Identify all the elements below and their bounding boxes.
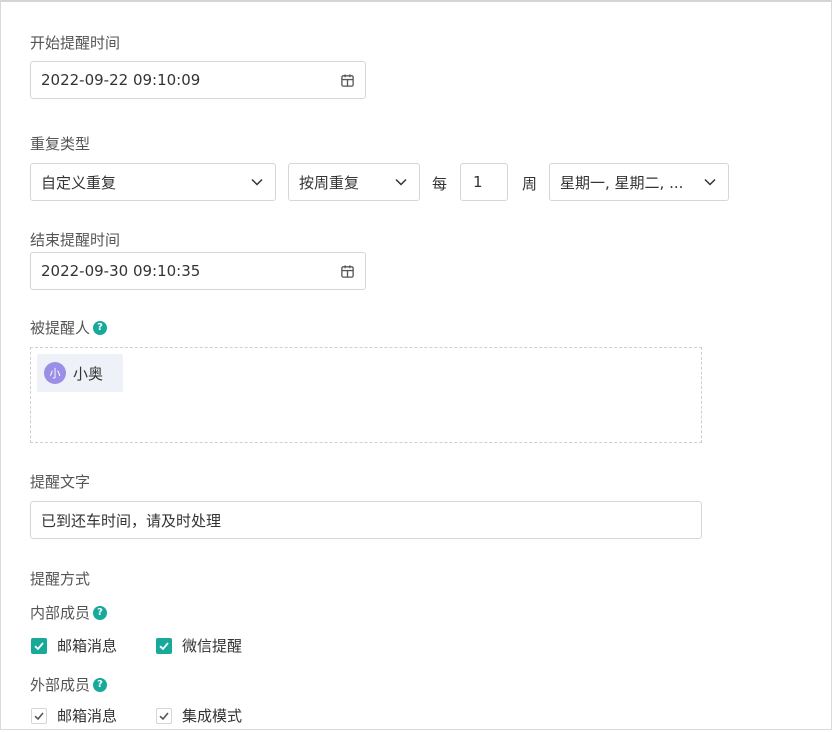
end-time-value: 2022-09-30 09:10:35	[41, 262, 201, 280]
calendar-icon[interactable]	[339, 263, 355, 279]
chevron-down-icon	[393, 174, 409, 190]
calendar-icon[interactable]	[339, 72, 355, 88]
message-value: 已到还车时间，请及时处理	[41, 511, 222, 530]
external-members-label: 外部成员 ?	[30, 674, 108, 695]
repeat-interval-input[interactable]: 1	[460, 163, 508, 201]
recipients-label: 被提醒人 ?	[30, 317, 108, 338]
recipient-name: 小奥	[73, 364, 104, 383]
external-email-checkbox[interactable]: 邮箱消息	[31, 705, 117, 726]
recipient-chip[interactable]: 小 小奥	[37, 354, 123, 392]
internal-members-label: 内部成员 ?	[30, 602, 108, 623]
check-icon[interactable]	[156, 707, 172, 724]
message-label: 提醒文字	[30, 473, 91, 491]
repeat-days-value: 星期一, 星期二, ...	[560, 173, 684, 192]
chevron-down-icon	[249, 174, 265, 190]
internal-wechat-checkbox[interactable]: 微信提醒	[156, 635, 242, 656]
methods-label: 提醒方式	[30, 570, 91, 588]
chevron-down-icon	[702, 174, 718, 190]
repeat-interval-value: 1	[473, 173, 483, 191]
start-time-picker[interactable]: 2022-09-22 09:10:09	[30, 61, 366, 99]
checkbox-label: 微信提醒	[182, 637, 243, 655]
repeat-unit-select[interactable]: 按周重复	[288, 163, 420, 201]
recipients-picker[interactable]: 小 小奥	[30, 347, 702, 443]
checkbox-label: 邮箱消息	[57, 637, 118, 655]
end-time-label: 结束提醒时间	[30, 231, 121, 249]
check-icon[interactable]	[31, 637, 47, 654]
repeat-unit-value: 按周重复	[299, 173, 360, 192]
form-panel: 开始提醒时间 2022-09-22 09:10:09 重复类型 自定义重复 按周…	[0, 0, 832, 730]
start-time-label: 开始提醒时间	[30, 34, 121, 52]
help-icon[interactable]: ?	[93, 677, 108, 692]
avatar: 小	[44, 362, 66, 384]
repeat-type-select[interactable]: 自定义重复	[30, 163, 276, 201]
repeat-days-select[interactable]: 星期一, 星期二, ...	[549, 163, 729, 201]
every-label: 每	[432, 175, 448, 193]
repeat-type-label: 重复类型	[30, 135, 91, 153]
end-time-picker[interactable]: 2022-09-30 09:10:35	[30, 252, 366, 290]
help-icon[interactable]: ?	[93, 605, 108, 620]
checkbox-label: 邮箱消息	[57, 707, 118, 725]
start-time-value: 2022-09-22 09:10:09	[41, 71, 201, 89]
period-label: 周	[522, 175, 538, 193]
help-icon[interactable]: ?	[93, 320, 108, 335]
external-integration-checkbox[interactable]: 集成模式	[156, 705, 242, 726]
checkbox-label: 集成模式	[182, 707, 243, 725]
check-icon[interactable]	[156, 637, 172, 654]
message-input[interactable]: 已到还车时间，请及时处理	[30, 501, 702, 539]
check-icon[interactable]	[31, 707, 47, 724]
repeat-type-value: 自定义重复	[41, 173, 117, 192]
internal-email-checkbox[interactable]: 邮箱消息	[31, 635, 117, 656]
